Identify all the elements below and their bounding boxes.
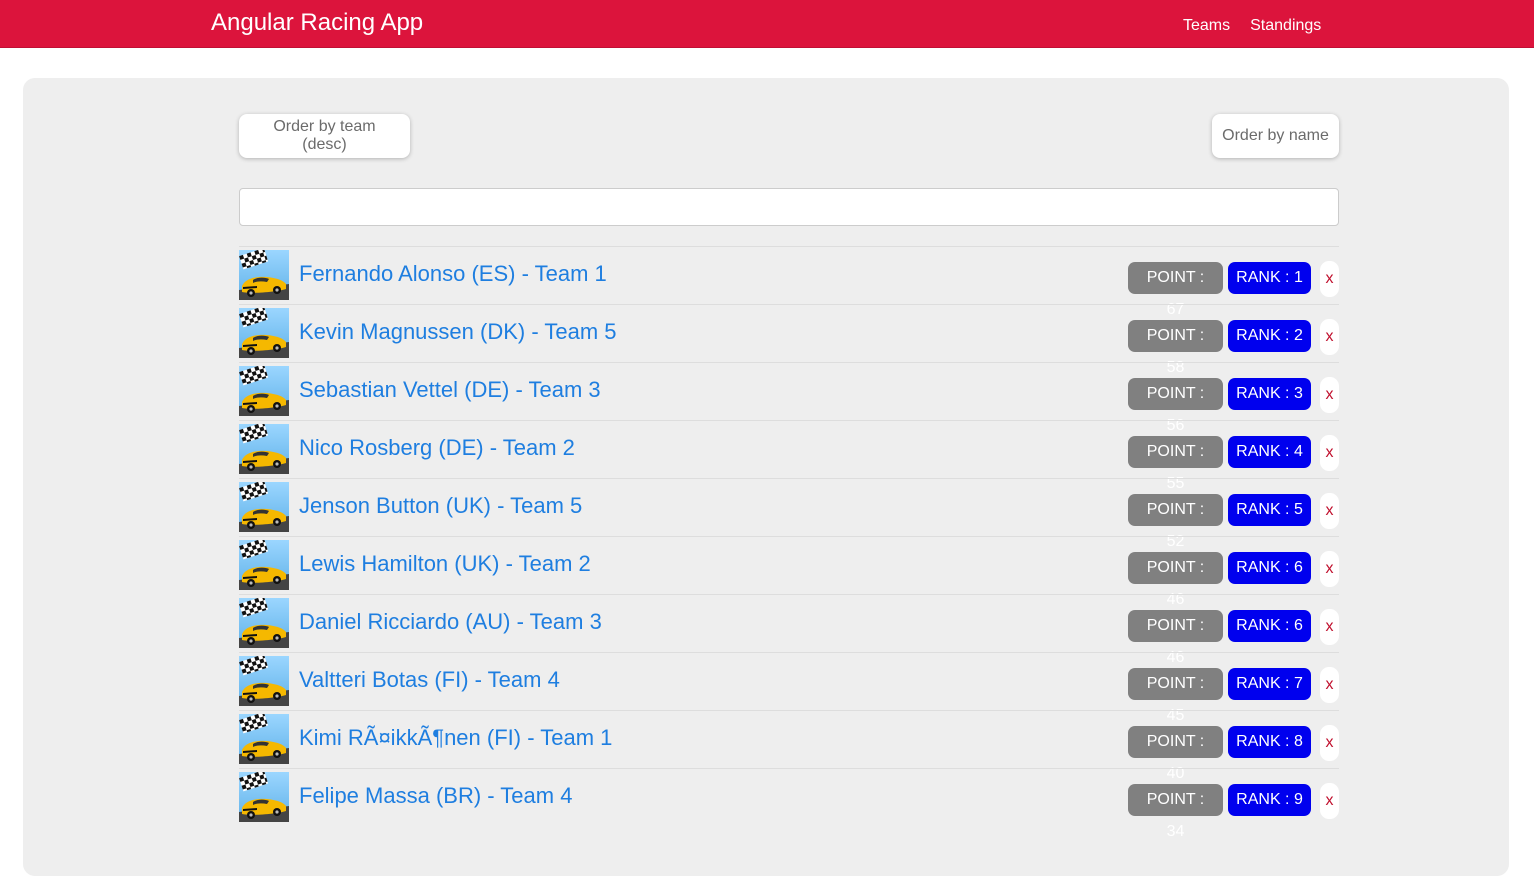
remove-driver-button[interactable]: x [1320,551,1339,587]
main-panel: Order by team (desc) Order by name Ferna… [23,78,1509,876]
racing-car-checkered-flag-icon [239,424,289,474]
driver-row: Fernando Alonso (ES) - Team 1 POINT : 67… [239,246,1339,318]
point-badge: POINT : 40 [1128,726,1223,782]
driver-name-link[interactable]: Kevin Magnussen (DK) - Team 5 [299,319,617,345]
order-by-team-button[interactable]: Order by team (desc) [239,114,410,158]
racing-car-checkered-flag-icon [239,656,289,706]
rank-badge: RANK : 6 [1228,610,1311,642]
point-badge: POINT : 58 [1128,320,1223,376]
driver-row: Kimi RÃ¤ikkÃ¶nen (FI) - Team 1 POINT : 4… [239,710,1339,782]
remove-driver-button[interactable]: x [1320,377,1339,413]
nav-link-teams[interactable]: Teams [1183,16,1230,36]
point-badge: POINT : 52 [1128,494,1223,550]
racing-car-checkered-flag-icon [239,598,289,648]
point-badge: POINT : 56 [1128,378,1223,434]
point-badge: POINT : 45 [1128,668,1223,724]
driver-row: Valtteri Botas (FI) - Team 4 POINT : 45 … [239,652,1339,724]
driver-row: Sebastian Vettel (DE) - Team 3 POINT : 5… [239,362,1339,434]
rank-badge: RANK : 2 [1228,320,1311,352]
driver-name-link[interactable]: Kimi RÃ¤ikkÃ¶nen (FI) - Team 1 [299,725,612,751]
nav-links: Teams Standings [1183,16,1321,36]
rank-badge: RANK : 4 [1228,436,1311,468]
racing-car-checkered-flag-icon [239,714,289,764]
point-badge: POINT : 34 [1128,784,1223,840]
rank-badge: RANK : 3 [1228,378,1311,410]
remove-driver-button[interactable]: x [1320,319,1339,355]
driver-row: Felipe Massa (BR) - Team 4 POINT : 34 RA… [239,768,1339,840]
rank-badge: RANK : 7 [1228,668,1311,700]
nav-link-standings[interactable]: Standings [1250,16,1321,36]
driver-name-link[interactable]: Daniel Ricciardo (AU) - Team 3 [299,609,602,635]
point-badge: POINT : 46 [1128,552,1223,608]
rank-badge: RANK : 1 [1228,262,1311,294]
driver-row: Kevin Magnussen (DK) - Team 5 POINT : 58… [239,304,1339,376]
racing-car-checkered-flag-icon [239,366,289,416]
racing-car-checkered-flag-icon [239,540,289,590]
order-by-name-button[interactable]: Order by name [1212,114,1339,158]
driver-name-link[interactable]: Felipe Massa (BR) - Team 4 [299,783,572,809]
driver-name-link[interactable]: Fernando Alonso (ES) - Team 1 [299,261,607,287]
app-brand[interactable]: Angular Racing App [211,9,423,37]
navbar: Angular Racing App Teams Standings [0,0,1534,48]
driver-name-link[interactable]: Sebastian Vettel (DE) - Team 3 [299,377,601,403]
racing-car-checkered-flag-icon [239,250,289,300]
remove-driver-button[interactable]: x [1320,667,1339,703]
driver-name-link[interactable]: Lewis Hamilton (UK) - Team 2 [299,551,591,577]
remove-driver-button[interactable]: x [1320,435,1339,471]
racing-car-checkered-flag-icon [239,772,289,822]
driver-row: Daniel Ricciardo (AU) - Team 3 POINT : 4… [239,594,1339,666]
rank-badge: RANK : 8 [1228,726,1311,758]
driver-row: Nico Rosberg (DE) - Team 2 POINT : 55 RA… [239,420,1339,492]
point-badge: POINT : 67 [1128,262,1223,318]
driver-name-link[interactable]: Valtteri Botas (FI) - Team 4 [299,667,560,693]
racing-car-checkered-flag-icon [239,482,289,532]
driver-list: Fernando Alonso (ES) - Team 1 POINT : 67… [239,246,1339,840]
rank-badge: RANK : 5 [1228,494,1311,526]
remove-driver-button[interactable]: x [1320,493,1339,529]
point-badge: POINT : 46 [1128,610,1223,666]
search-input[interactable] [239,188,1339,226]
remove-driver-button[interactable]: x [1320,261,1339,297]
rank-badge: RANK : 6 [1228,552,1311,584]
racing-car-checkered-flag-icon [239,308,289,358]
driver-name-link[interactable]: Jenson Button (UK) - Team 5 [299,493,582,519]
remove-driver-button[interactable]: x [1320,725,1339,761]
point-badge: POINT : 55 [1128,436,1223,492]
driver-row: Lewis Hamilton (UK) - Team 2 POINT : 46 … [239,536,1339,608]
driver-name-link[interactable]: Nico Rosberg (DE) - Team 2 [299,435,575,461]
remove-driver-button[interactable]: x [1320,783,1339,819]
rank-badge: RANK : 9 [1228,784,1311,816]
driver-row: Jenson Button (UK) - Team 5 POINT : 52 R… [239,478,1339,550]
remove-driver-button[interactable]: x [1320,609,1339,645]
